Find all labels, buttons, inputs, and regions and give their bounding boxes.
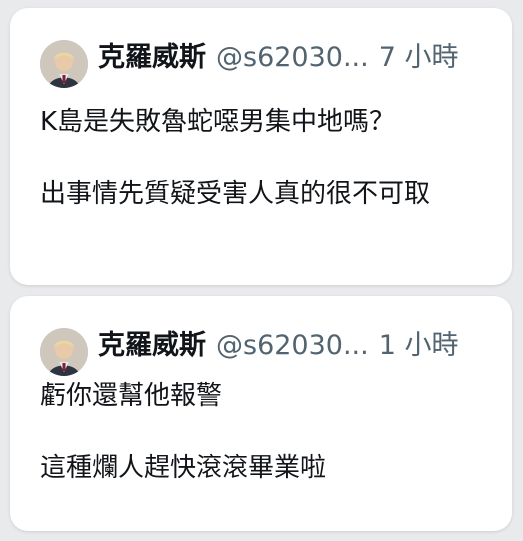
post-meta: 克羅威斯 @s62030... 7 小時	[98, 42, 496, 74]
post-meta: 克羅威斯 @s62030... 1 小時	[98, 330, 496, 362]
post-paragraph: 虧你還幫他報警	[40, 381, 223, 411]
post-text: K島是失敗魯蛇噁男集中地嗎？ 出事情先質疑受害人真的很不可取	[40, 104, 496, 212]
post-paragraph: 這種爛人趕快滾滾畢業啦	[40, 453, 327, 483]
post-header: 克羅威斯 @s62030... 7 小時	[40, 40, 496, 90]
avatar-image	[40, 40, 88, 88]
display-name[interactable]: 克羅威斯	[98, 42, 206, 74]
avatar[interactable]	[40, 40, 88, 88]
user-handle[interactable]: @s62030...	[216, 330, 369, 362]
avatar-image	[40, 328, 88, 376]
user-handle[interactable]: @s62030...	[216, 42, 369, 74]
post-timestamp[interactable]: 7 小時	[379, 42, 459, 74]
post-header: 克羅威斯 @s62030... 1 小時	[40, 328, 496, 378]
avatar[interactable]	[40, 328, 88, 376]
post-timestamp[interactable]: 1 小時	[379, 330, 459, 362]
display-name[interactable]: 克羅威斯	[98, 330, 206, 362]
post-text: 虧你還幫他報警 這種爛人趕快滾滾畢業啦	[40, 378, 496, 486]
post-paragraph: K島是失敗魯蛇噁男集中地嗎？	[40, 107, 396, 137]
post-card[interactable]: 克羅威斯 @s62030... 1 小時 虧你還幫他報警 這種爛人趕快滾滾畢業啦	[10, 296, 512, 531]
post-paragraph: 出事情先質疑受害人真的很不可取	[40, 179, 431, 209]
post-card[interactable]: 克羅威斯 @s62030... 7 小時 K島是失敗魯蛇噁男集中地嗎？ 出事情先…	[10, 8, 512, 285]
